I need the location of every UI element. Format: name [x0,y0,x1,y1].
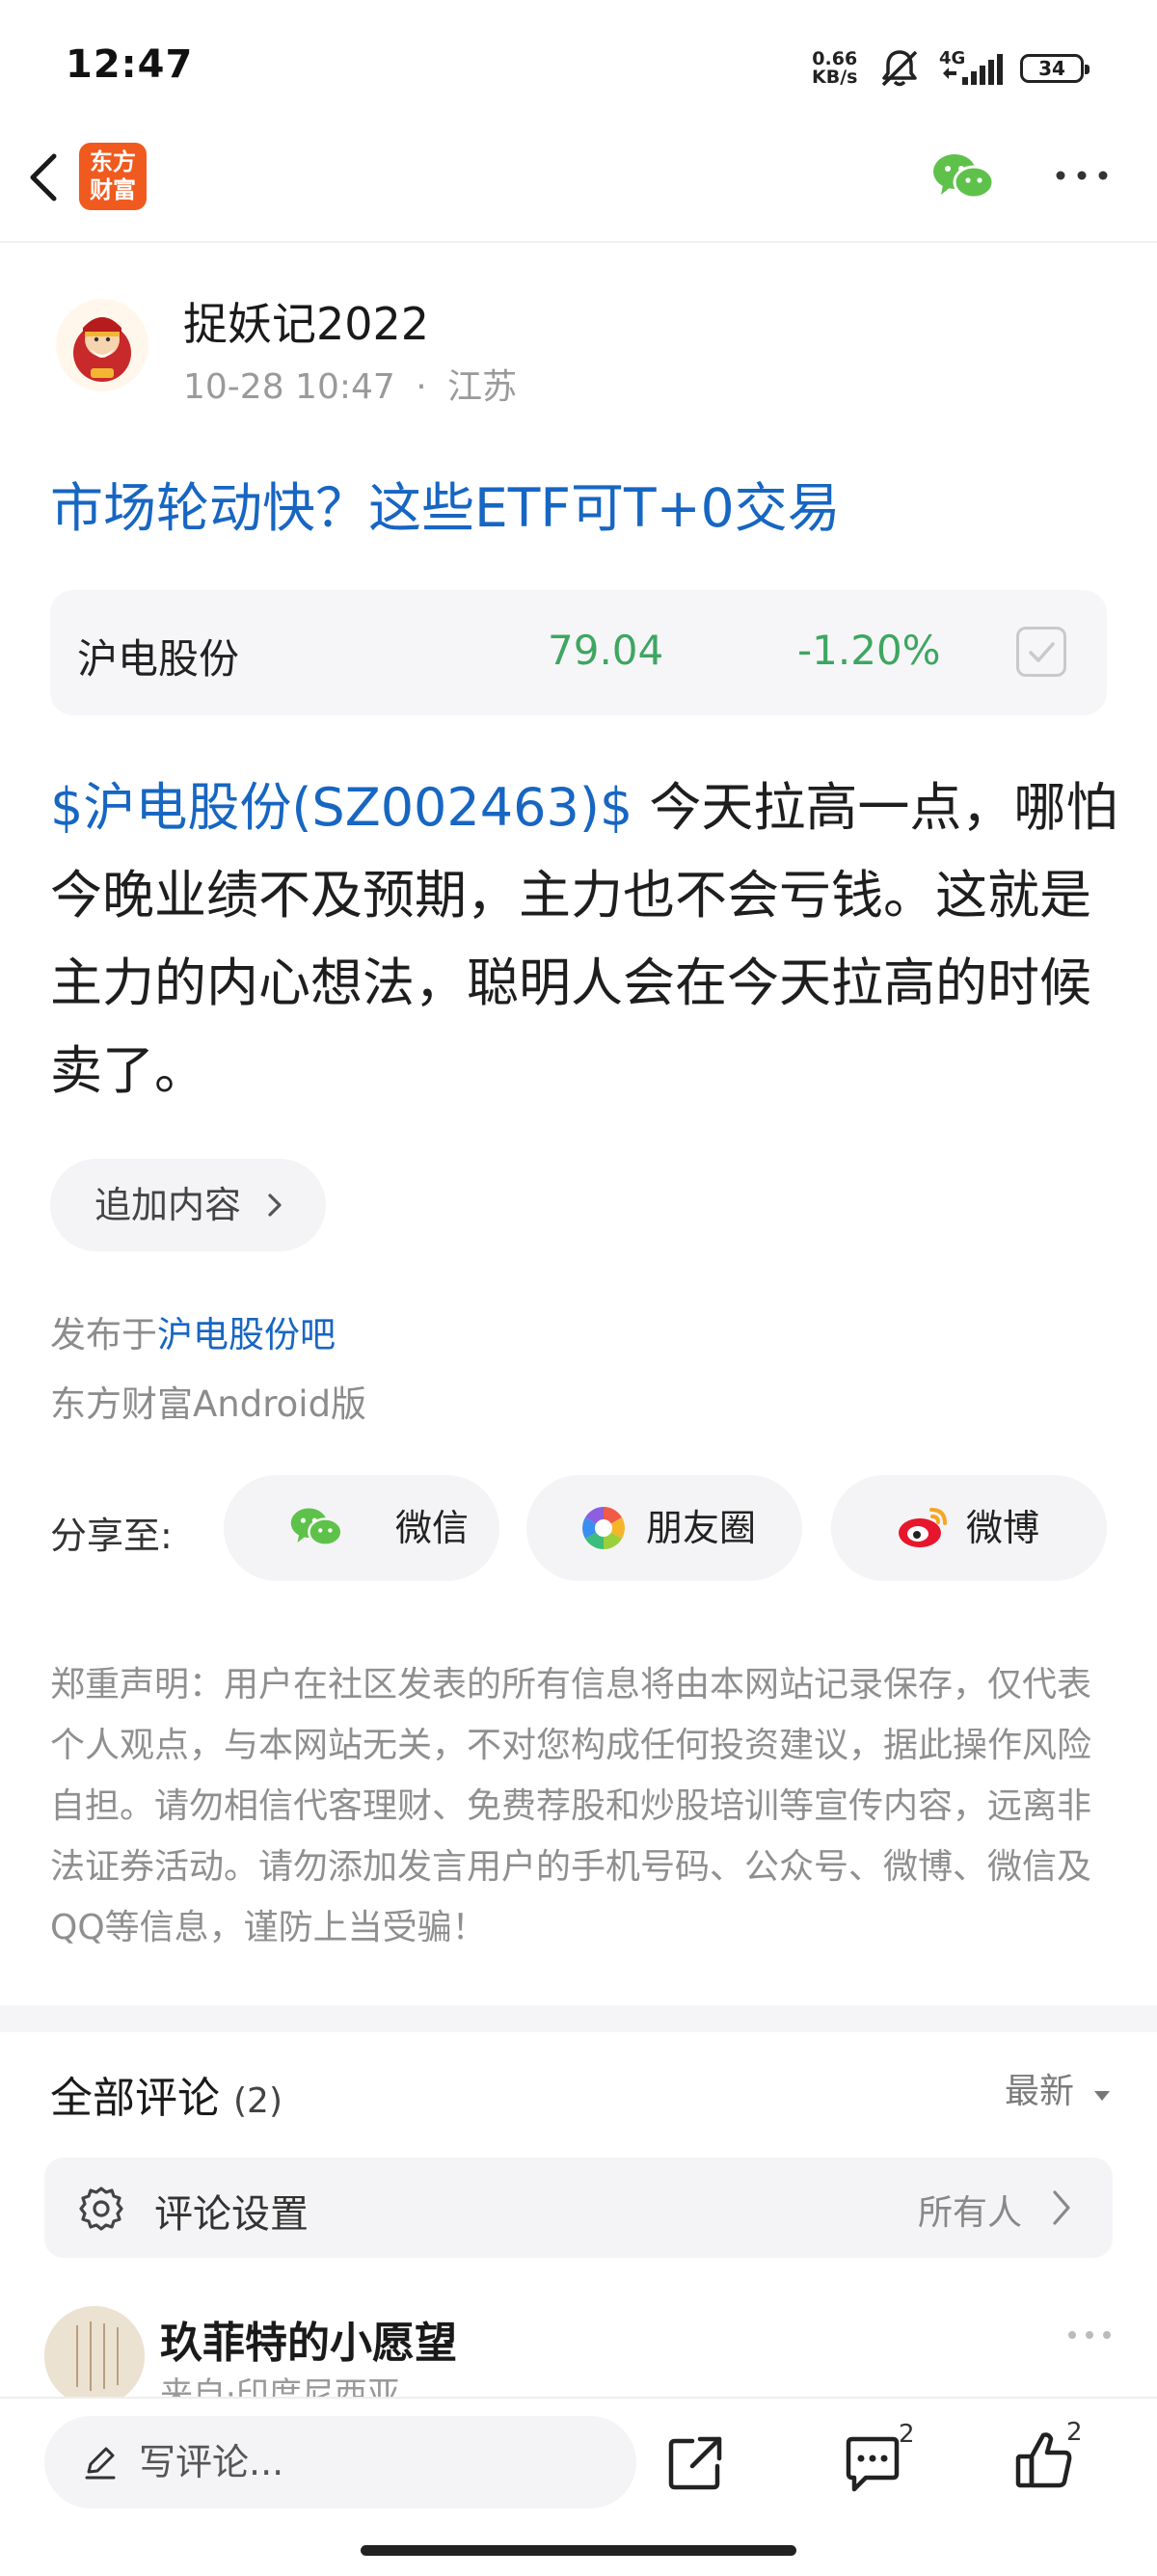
battery-indicator: 34 [1020,54,1090,83]
app-logo-line2: 财富 [90,176,136,203]
moments-icon [582,1507,625,1549]
author-avatar[interactable] [56,299,148,391]
chevron-right-icon [268,1194,282,1217]
published-in: 发布于沪电股份吧 [50,1305,336,1357]
comments-header: 全部评论 (2) [50,2063,283,2125]
pencil-icon [85,2447,116,2480]
share-moments-button[interactable]: 朋友圈 [526,1475,802,1581]
disclaimer-text: 郑重声明：用户在社区发表的所有信息将由本网站记录保存，仅代表个人观点，与本网站无… [50,1665,1092,1947]
like-icon[interactable] [1014,2429,1074,2491]
status-bar: 12:47 0.66 KB/s 4G 34 [0,0,1157,135]
comment-icon[interactable] [843,2435,902,2493]
app-logo-line1: 东方 [90,148,136,175]
comment-settings-label: 评论设置 [154,2192,309,2237]
home-indicator[interactable] [361,2545,796,2556]
wechat-share-icon [290,1508,343,1546]
comments-title: 全部评论 [50,2074,220,2123]
stock-name: 沪电股份 [77,635,240,683]
post-meta: 10-28 10:47 · 江苏 [183,359,517,409]
wechat-icon[interactable] [931,150,995,202]
share-wechat-button[interactable]: 微信 [224,1475,499,1581]
more-icon[interactable] [1053,164,1111,187]
commenter-name[interactable]: 玖菲特的小愿望 [160,2308,457,2370]
comments-count: (2) [233,2081,283,2121]
forum-link[interactable]: 沪电股份吧 [157,1314,336,1355]
share-wechat-label: 微信 [395,1507,470,1549]
comment-more-icon[interactable] [1066,2325,1113,2345]
gear-icon [79,2187,123,2231]
check-icon [1029,642,1055,662]
share-icon[interactable] [665,2433,725,2493]
share-label: 分享至: [50,1515,173,1557]
share-weibo-label: 微博 [966,1507,1040,1549]
sort-dropdown[interactable]: 最新 [1005,2063,1112,2113]
stock-change: -1.20% [797,627,941,674]
like-count-badge: 2 [1066,2418,1083,2447]
add-watchlist-checkbox[interactable] [1016,627,1066,677]
net-speed: 0.66 KB/s [812,50,857,87]
stock-tag-link[interactable]: $沪电股份(SZ002463)$ [50,777,632,838]
net-speed-unit: KB/s [812,67,858,88]
share-moments-label: 朋友圈 [646,1507,757,1549]
header-divider [0,241,1157,243]
weibo-icon [899,1508,947,1547]
published-prefix: 发布于 [50,1314,157,1355]
app-logo: 东方 财富 [79,143,147,210]
post-title-link[interactable]: 市场轮动快？这些ETF可T+0交易 [50,465,841,542]
section-gap [0,2005,1157,2032]
commenter-avatar[interactable] [44,2306,145,2406]
mute-bell-icon [881,50,918,87]
signal-icon [943,54,1003,85]
client-source: 东方财富Android版 [50,1383,367,1425]
comment-settings-value: 所有人 [918,2193,1023,2233]
post-body: $沪电股份(SZ002463)$ 今天拉高一点，哪怕今晚业绩不及预期，主力也不会… [50,764,1120,1114]
caret-down-icon [1094,2091,1111,2101]
add-content-label: 追加内容 [94,1184,242,1226]
author-name[interactable]: 捉妖记2022 [183,289,429,353]
add-content-button[interactable]: 追加内容 [50,1159,326,1251]
write-comment-input[interactable]: 写评论... [44,2416,636,2509]
post-location: 江苏 [447,367,518,407]
comment-count-badge: 2 [899,2420,915,2449]
post-date: 10-28 10:47 [183,367,395,407]
meta-separator: · [416,367,427,407]
share-weibo-button[interactable]: 微博 [831,1475,1107,1581]
chevron-right-icon [1053,2190,1070,2225]
back-icon[interactable] [21,150,66,204]
stock-price: 79.04 [548,627,664,674]
status-time: 12:47 [66,42,194,87]
sort-label: 最新 [1005,2072,1075,2111]
write-comment-placeholder: 写评论... [139,2441,284,2483]
